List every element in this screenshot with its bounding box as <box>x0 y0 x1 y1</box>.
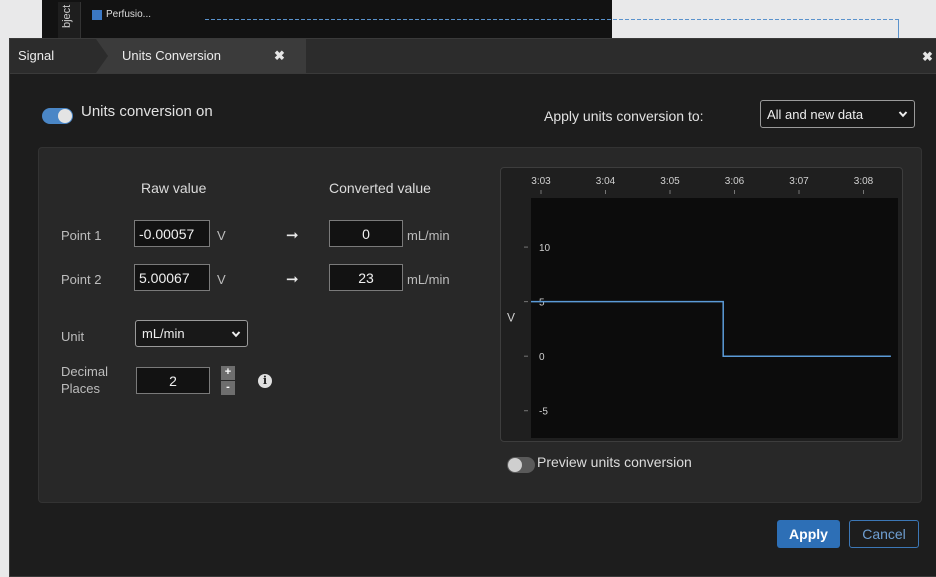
point-1-arrow-icon: ➞ <box>286 227 299 244</box>
apply-to-label: Apply units conversion to: <box>544 108 704 124</box>
unit-select[interactable]: mL/min <box>135 320 248 347</box>
tab-close-icon[interactable]: ✖ <box>274 39 285 73</box>
decimal-places-input[interactable]: 2 <box>136 367 210 394</box>
plot-area <box>531 198 898 438</box>
unit-label: Unit <box>61 329 85 344</box>
apply-to-selected: All and new data <box>767 106 864 122</box>
background-channel-name: Perfusio... <box>106 9 152 20</box>
cancel-button[interactable]: Cancel <box>849 520 919 548</box>
preview-toggle[interactable] <box>507 457 535 473</box>
background-vertical-tab[interactable]: bject <box>58 2 81 38</box>
channel-color-swatch <box>92 9 102 20</box>
tab-signal[interactable]: Signal <box>18 39 54 73</box>
point-1-raw-input[interactable]: -0.00057 <box>134 220 210 247</box>
chevron-down-icon <box>898 111 908 118</box>
point-2-converted-value: 23 <box>358 269 374 286</box>
x-tick-label: 3:08 <box>854 176 874 187</box>
point-2-label: Point 2 <box>61 272 102 287</box>
preview-chart: 3:03 3:04 3:05 3:06 3:07 3:08 10 5 0 -5 V <box>500 167 903 442</box>
point-1-converted-value: 0 <box>362 225 370 242</box>
decrement-button[interactable]: - <box>221 381 235 395</box>
apply-to-select[interactable]: All and new data <box>760 100 915 128</box>
units-conversion-toggle[interactable] <box>42 108 73 124</box>
tab-bar: Signal Units Conversion ✖ ✖ <box>10 39 936 74</box>
point-1-raw-value: -0.00057 <box>139 225 195 242</box>
raw-value-header: Raw value <box>141 180 207 196</box>
point-2-raw-value: 5.00067 <box>139 269 190 286</box>
conversion-panel: Raw value Converted value Point 1 -0.000… <box>38 147 922 503</box>
background-trace <box>205 19 900 20</box>
units-conversion-toggle-label: Units conversion on <box>81 103 213 120</box>
decimal-places-label-line2: Places <box>61 381 101 396</box>
point-2-raw-input[interactable]: 5.00067 <box>134 264 210 291</box>
preview-chart-svg: 3:03 3:04 3:05 3:06 3:07 3:08 10 5 0 -5 V <box>507 176 898 438</box>
tab-units-conversion-label: Units Conversion <box>122 48 221 63</box>
decimal-places-value: 2 <box>169 372 177 389</box>
toggle-knob <box>508 458 522 472</box>
y-tick-label: 0 <box>539 352 545 363</box>
dialog-close-icon[interactable]: ✖ <box>922 39 933 73</box>
point-2-converted-unit: mL/min <box>407 272 450 287</box>
preview-toggle-label: Preview units conversion <box>537 454 692 470</box>
background-app-margin <box>612 0 936 40</box>
converted-value-header: Converted value <box>329 180 431 196</box>
x-tick-label: 3:05 <box>660 176 680 187</box>
units-conversion-dialog: Signal Units Conversion ✖ ✖ Units conver… <box>9 38 936 577</box>
point-2-converted-input[interactable]: 23 <box>329 264 403 291</box>
point-1-label: Point 1 <box>61 228 102 243</box>
y-tick-label: 10 <box>539 243 551 254</box>
background-trace-edge <box>898 20 899 38</box>
toggle-knob <box>58 109 72 123</box>
y-tick-label: 5 <box>539 298 545 309</box>
y-axis-label: V <box>507 310 515 324</box>
x-tick-label: 3:04 <box>596 176 616 187</box>
x-tick-label: 3:06 <box>725 176 745 187</box>
point-1-converted-unit: mL/min <box>407 228 450 243</box>
background-app-strip <box>42 0 612 40</box>
point-2-arrow-icon: ➞ <box>286 271 299 288</box>
decimal-places-label-line1: Decimal <box>61 364 108 379</box>
info-icon[interactable]: i <box>258 374 272 388</box>
increment-button[interactable]: + <box>221 366 235 380</box>
y-tick-label: -5 <box>539 407 548 418</box>
point-1-converted-input[interactable]: 0 <box>329 220 403 247</box>
decimal-places-stepper: + - <box>221 366 235 395</box>
unit-selected: mL/min <box>142 326 185 341</box>
apply-button[interactable]: Apply <box>777 520 840 548</box>
x-tick-label: 3:07 <box>789 176 809 187</box>
background-channel-label: Perfusio... <box>92 9 151 20</box>
x-tick-label: 3:03 <box>531 176 551 187</box>
chevron-down-icon <box>231 330 241 337</box>
background-vertical-tab-label: bject <box>61 4 73 28</box>
point-1-raw-unit: V <box>217 228 226 243</box>
point-2-raw-unit: V <box>217 272 226 287</box>
